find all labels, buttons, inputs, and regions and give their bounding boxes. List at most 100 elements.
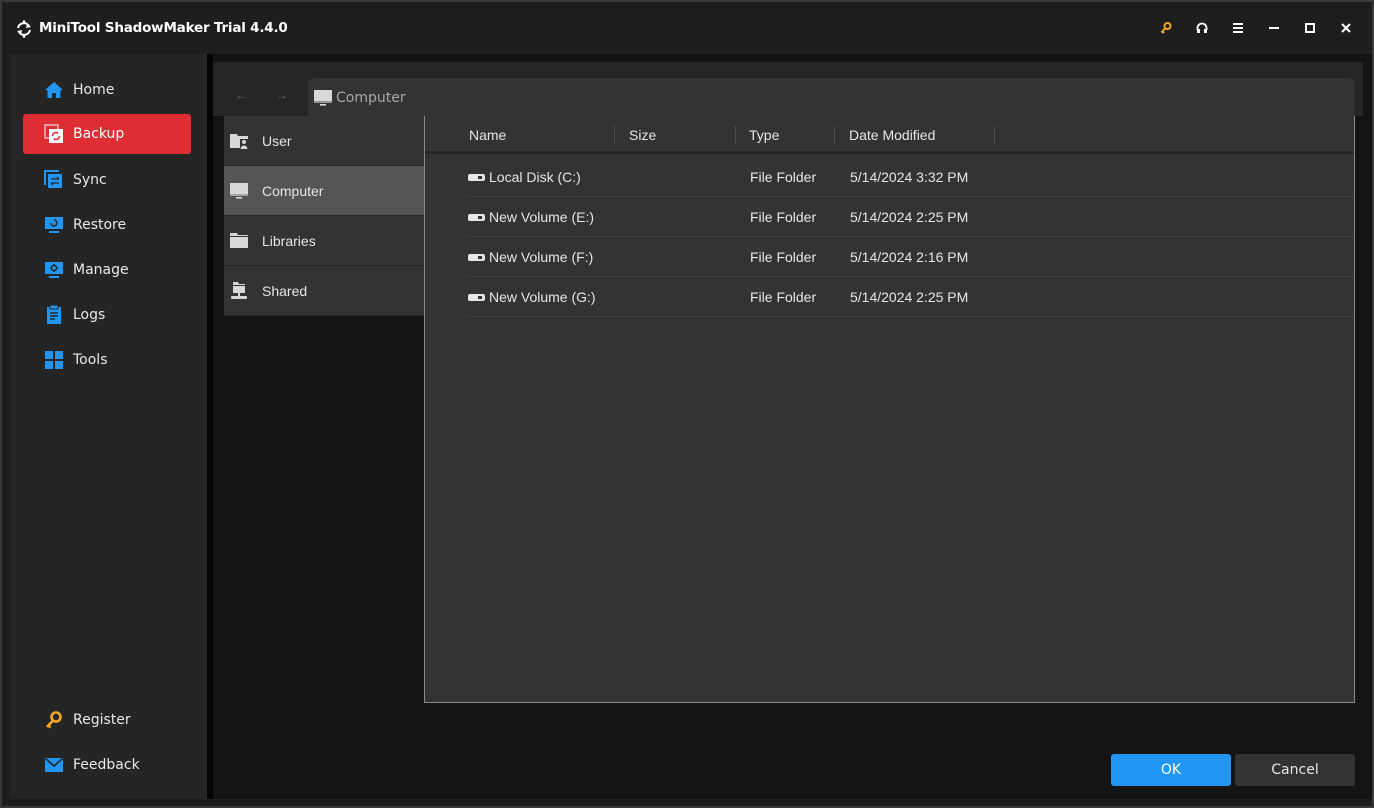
maximize-icon bbox=[1305, 23, 1315, 33]
minimize-button[interactable] bbox=[1256, 16, 1292, 40]
sidebar: Home Backup Sync Restore Manage Logs Too… bbox=[10, 54, 207, 799]
sidebar-item-sync[interactable]: Sync bbox=[23, 160, 191, 200]
headset-icon bbox=[1196, 22, 1208, 33]
address-path: Computer bbox=[336, 90, 406, 106]
file-name-text: New Volume (G:) bbox=[489, 289, 596, 305]
key-icon bbox=[44, 710, 64, 730]
mail-icon bbox=[44, 755, 64, 775]
tools-icon bbox=[44, 350, 64, 370]
sidebar-item-feedback[interactable]: Feedback bbox=[23, 745, 191, 785]
app-logo-icon bbox=[17, 20, 31, 38]
back-button[interactable]: ← bbox=[235, 88, 247, 102]
address-bar[interactable]: Computer bbox=[308, 78, 1355, 118]
home-icon bbox=[44, 80, 64, 100]
sidebar-item-label: Home bbox=[73, 82, 115, 98]
location-tree: User Computer Libraries Shared bbox=[224, 116, 424, 316]
drive-icon bbox=[468, 293, 485, 301]
tree-item-label: Libraries bbox=[262, 232, 316, 249]
drive-icon bbox=[468, 173, 485, 181]
file-name: New Volume (E:) bbox=[468, 209, 594, 225]
user-folder-icon bbox=[229, 132, 249, 150]
table-row[interactable]: New Volume (G:) File Folder 5/14/2024 2:… bbox=[466, 277, 1354, 317]
file-type: File Folder bbox=[750, 169, 817, 185]
column-separator[interactable] bbox=[834, 126, 835, 144]
sidebar-item-tools[interactable]: Tools bbox=[23, 340, 191, 380]
file-type: File Folder bbox=[750, 249, 817, 265]
title-bar: MiniTool ShadowMaker Trial 4.4.0 bbox=[2, 2, 1372, 54]
file-type: File Folder bbox=[750, 289, 817, 305]
backup-icon bbox=[44, 124, 64, 144]
sidebar-item-logs[interactable]: Logs bbox=[23, 295, 191, 335]
sidebar-item-label: Tools bbox=[73, 352, 108, 368]
sidebar-item-home[interactable]: Home bbox=[23, 70, 191, 110]
column-header-name[interactable]: Name bbox=[469, 127, 506, 143]
sidebar-item-label: Register bbox=[73, 712, 131, 728]
sidebar-item-label: Restore bbox=[73, 217, 127, 233]
file-name: New Volume (F:) bbox=[468, 249, 593, 265]
register-key-button[interactable] bbox=[1148, 16, 1184, 40]
drive-icon bbox=[468, 213, 485, 221]
sidebar-item-label: Manage bbox=[73, 262, 129, 278]
file-name: Local Disk (C:) bbox=[468, 169, 581, 185]
file-browser-dialog: ← → Computer User Computer Libraries Sha… bbox=[213, 54, 1372, 799]
forward-button[interactable]: → bbox=[276, 88, 288, 102]
sidebar-item-label: Logs bbox=[73, 307, 106, 323]
close-button[interactable] bbox=[1328, 16, 1364, 40]
menu-button[interactable] bbox=[1220, 16, 1256, 40]
table-row[interactable]: New Volume (E:) File Folder 5/14/2024 2:… bbox=[466, 197, 1354, 237]
file-name-text: Local Disk (C:) bbox=[489, 169, 581, 185]
file-date: 5/14/2024 2:25 PM bbox=[850, 209, 969, 225]
sidebar-item-manage[interactable]: Manage bbox=[23, 250, 191, 290]
support-button[interactable] bbox=[1184, 16, 1220, 40]
tree-item-label: User bbox=[262, 132, 292, 149]
file-name-text: New Volume (E:) bbox=[489, 209, 595, 225]
ok-button[interactable]: OK bbox=[1111, 754, 1231, 786]
file-list: Name Size Type Date Modified Local Disk … bbox=[424, 116, 1355, 703]
column-separator[interactable] bbox=[994, 126, 995, 144]
file-date: 5/14/2024 2:16 PM bbox=[850, 249, 969, 265]
tree-item-shared[interactable]: Shared bbox=[224, 266, 424, 316]
drive-icon bbox=[468, 253, 485, 261]
cancel-button[interactable]: Cancel bbox=[1235, 754, 1355, 786]
minimize-icon bbox=[1269, 27, 1279, 29]
file-date: 5/14/2024 2:25 PM bbox=[850, 289, 969, 305]
sidebar-item-label: Sync bbox=[73, 172, 107, 188]
column-separator[interactable] bbox=[614, 126, 615, 144]
computer-icon bbox=[229, 182, 249, 200]
manage-icon bbox=[44, 260, 64, 280]
menu-icon bbox=[1233, 23, 1243, 33]
column-separator[interactable] bbox=[735, 126, 736, 144]
sidebar-item-label: Feedback bbox=[73, 757, 140, 773]
sync-icon bbox=[44, 170, 64, 190]
file-date: 5/14/2024 3:32 PM bbox=[850, 169, 969, 185]
computer-icon bbox=[314, 90, 332, 106]
app-title: MiniTool ShadowMaker Trial 4.4.0 bbox=[39, 20, 288, 36]
column-header-size[interactable]: Size bbox=[629, 127, 656, 143]
key-icon bbox=[1160, 22, 1172, 34]
tree-item-user[interactable]: User bbox=[224, 116, 424, 166]
app-window: MiniTool ShadowMaker Trial 4.4.0 Home Ba… bbox=[0, 0, 1374, 808]
tree-item-computer[interactable]: Computer bbox=[224, 166, 424, 216]
sidebar-item-restore[interactable]: Restore bbox=[23, 205, 191, 245]
list-header: Name Size Type Date Modified bbox=[425, 116, 1354, 154]
tree-item-label: Computer bbox=[262, 182, 324, 199]
file-type: File Folder bbox=[750, 209, 817, 225]
tree-item-label: Shared bbox=[262, 282, 308, 299]
table-row[interactable]: Local Disk (C:) File Folder 5/14/2024 3:… bbox=[466, 157, 1354, 197]
file-name-text: New Volume (F:) bbox=[489, 249, 594, 265]
shared-icon bbox=[229, 281, 249, 300]
file-name: New Volume (G:) bbox=[468, 289, 596, 305]
sidebar-item-register[interactable]: Register bbox=[23, 700, 191, 740]
sidebar-item-label: Backup bbox=[73, 126, 125, 142]
folder-icon bbox=[229, 232, 249, 250]
table-row[interactable]: New Volume (F:) File Folder 5/14/2024 2:… bbox=[466, 237, 1354, 277]
logs-icon bbox=[44, 305, 64, 325]
column-header-date-modified[interactable]: Date Modified bbox=[849, 127, 935, 143]
maximize-button[interactable] bbox=[1292, 16, 1328, 40]
restore-icon bbox=[44, 215, 64, 235]
column-header-type[interactable]: Type bbox=[749, 127, 779, 143]
tree-item-libraries[interactable]: Libraries bbox=[224, 216, 424, 266]
navigation-bar: ← → Computer bbox=[213, 62, 1363, 118]
sidebar-item-backup[interactable]: Backup bbox=[23, 114, 191, 154]
close-icon bbox=[1341, 23, 1351, 33]
